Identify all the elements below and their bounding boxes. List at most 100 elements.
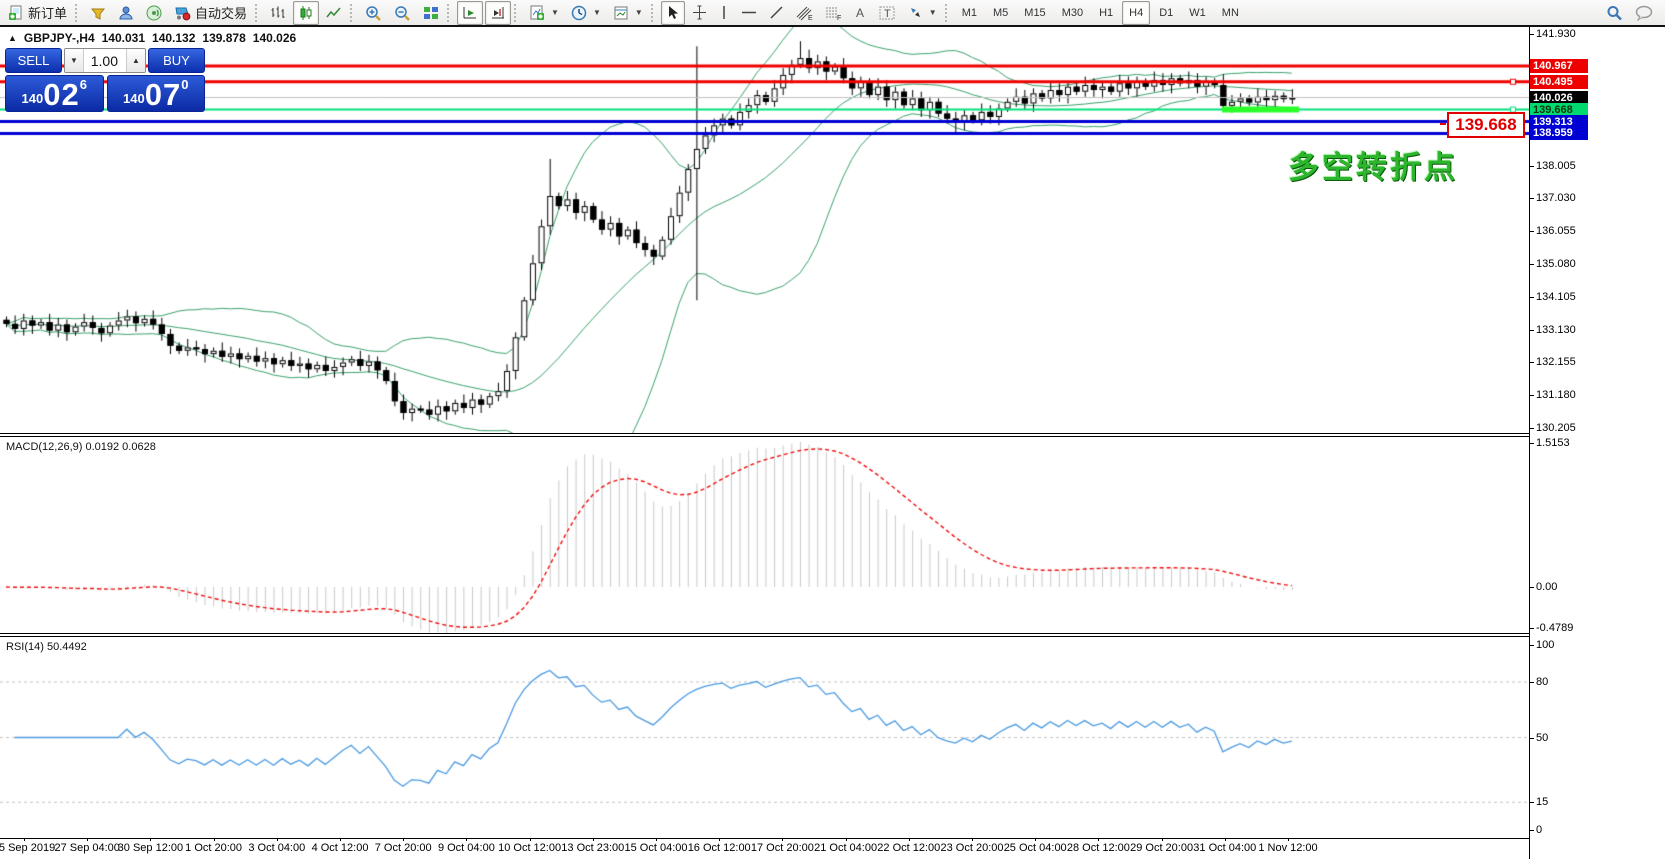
- chart-shift-button[interactable]: [485, 1, 511, 25]
- equidistant-channel-icon: E: [796, 5, 813, 21]
- turning-point-annotation: 多空转折点: [1288, 142, 1458, 187]
- trendline-tool-button[interactable]: [764, 1, 789, 25]
- zoom-out-button[interactable]: [389, 1, 416, 25]
- date-axis-tick: [1162, 838, 1163, 841]
- tf-m30-button[interactable]: M30: [1055, 1, 1090, 25]
- volume-value[interactable]: 1.00: [84, 49, 126, 72]
- tf-d1-button[interactable]: D1: [1152, 1, 1180, 25]
- price-axis[interactable]: 140.967140.495140.026139.668139.313138.9…: [1529, 27, 1665, 859]
- tf-label: D1: [1159, 7, 1173, 19]
- date-axis-tick: [466, 838, 467, 841]
- chat-button[interactable]: [1630, 1, 1658, 25]
- tf-label: H1: [1099, 7, 1113, 19]
- tile-windows-button[interactable]: [418, 1, 444, 25]
- vertical-line-tool-button[interactable]: [714, 1, 734, 25]
- price-axis-tick: 138.005: [1536, 160, 1576, 172]
- tf-w1-button[interactable]: W1: [1182, 1, 1213, 25]
- arrows-icon: [908, 5, 923, 20]
- tf-m5-button[interactable]: M5: [986, 1, 1015, 25]
- rsi-pane-canvas[interactable]: [0, 637, 1529, 838]
- fibonacci-tool-button[interactable]: F: [820, 1, 847, 25]
- date-axis-label: 30 Sep 12:00: [118, 842, 183, 854]
- horizontal-line-tool-button[interactable]: [736, 1, 762, 25]
- buy-price-base: 140: [123, 91, 145, 106]
- date-axis-label: 25 Oct 04:00: [1004, 842, 1067, 854]
- chart-title: ▲ GBPJPY-,H4 140.031 140.132 139.878 140…: [8, 31, 296, 45]
- chart-shift-icon: [490, 5, 506, 21]
- collapse-arrow-icon[interactable]: ▲: [8, 33, 17, 43]
- tf-mn-button[interactable]: MN: [1215, 1, 1246, 25]
- price-tag-connector: [1440, 123, 1446, 125]
- tf-h1-button[interactable]: H1: [1092, 1, 1120, 25]
- auto-scroll-button[interactable]: [457, 1, 483, 25]
- buy-button[interactable]: BUY: [148, 48, 205, 73]
- crosshair-tool-button[interactable]: [687, 1, 712, 25]
- tf-h4-button[interactable]: H4: [1122, 1, 1150, 25]
- community-button[interactable]: [113, 1, 139, 25]
- date-axis[interactable]: 25 Sep 201927 Sep 04:0030 Sep 12:001 Oct…: [0, 838, 1529, 860]
- market-button[interactable]: [85, 1, 111, 25]
- text-label-tool-button[interactable]: T: [874, 1, 901, 25]
- date-axis-label: 13 Oct 23:00: [561, 842, 624, 854]
- date-axis-label: 1 Nov 12:00: [1258, 842, 1317, 854]
- bar-chart-button[interactable]: [265, 1, 291, 25]
- rsi-axis-tick: 0: [1536, 824, 1542, 836]
- ohlc-high: 140.132: [152, 31, 195, 45]
- auto-trading-button[interactable]: 自动交易: [169, 1, 252, 25]
- rsi-axis-tick: 100: [1536, 639, 1554, 651]
- date-axis-tick: [909, 838, 910, 841]
- line-chart-button[interactable]: [321, 1, 347, 25]
- arrows-tool-button[interactable]: ▼: [903, 1, 942, 25]
- toolbar-grip: [945, 4, 952, 22]
- date-axis-label: 25 Sep 2019: [0, 842, 55, 854]
- date-axis-tick: [719, 838, 720, 841]
- tf-label: M5: [993, 7, 1008, 19]
- sell-price-base: 140: [22, 91, 44, 106]
- candlestick-chart-button[interactable]: [293, 1, 319, 25]
- date-axis-label: 15 Oct 04:00: [625, 842, 688, 854]
- price-level-label[interactable]: 140.495: [1530, 75, 1588, 89]
- periods-button[interactable]: ▼: [566, 1, 606, 25]
- fibonacci-icon: F: [825, 5, 842, 21]
- text-tool-button[interactable]: A: [849, 1, 872, 25]
- timeframe-group: M1 M5 M15 M30 H1 H4 D1 W1 MN: [954, 0, 1247, 26]
- new-order-button[interactable]: 新订单: [3, 1, 72, 25]
- buy-price-button[interactable]: 140 07 0: [107, 75, 206, 112]
- macd-axis-tick: -0.4789: [1536, 622, 1573, 634]
- svg-text:E: E: [808, 15, 813, 21]
- price-tag-139668[interactable]: 139.668: [1447, 112, 1525, 138]
- sell-button[interactable]: SELL: [5, 48, 62, 73]
- indicators-button[interactable]: ▼: [524, 1, 564, 25]
- zoom-out-icon: [394, 5, 411, 21]
- svg-text:T: T: [884, 8, 891, 20]
- date-axis-tick: [87, 838, 88, 841]
- price-level-label[interactable]: 140.967: [1530, 59, 1588, 73]
- date-axis-tick: [782, 838, 783, 841]
- date-axis-label: 4 Oct 12:00: [312, 842, 369, 854]
- price-axis-tick: 137.030: [1536, 192, 1576, 204]
- date-axis-label: 16 Oct 12:00: [688, 842, 751, 854]
- channel-tool-button[interactable]: E: [791, 1, 818, 25]
- tf-m15-button[interactable]: M15: [1017, 1, 1052, 25]
- sell-price-button[interactable]: 140 02 6: [5, 75, 104, 112]
- date-axis-label: 31 Oct 04:00: [1193, 842, 1256, 854]
- main-chart-canvas[interactable]: [0, 27, 1529, 433]
- tf-m1-button[interactable]: M1: [955, 1, 984, 25]
- volume-decrease-button[interactable]: ▼: [65, 49, 84, 72]
- price-level-label[interactable]: 138.959: [1530, 126, 1588, 140]
- cursor-tool-button[interactable]: [661, 1, 685, 25]
- zoom-in-button[interactable]: [360, 1, 387, 25]
- search-button[interactable]: [1601, 1, 1628, 25]
- tf-label: MN: [1222, 7, 1239, 19]
- templates-button[interactable]: ▼: [608, 1, 648, 25]
- volume-increase-button[interactable]: ▲: [126, 49, 145, 72]
- bar-chart-icon: [270, 5, 286, 21]
- auto-trading-icon: [174, 5, 191, 21]
- sell-price-pips: 02: [43, 81, 79, 109]
- signals-button[interactable]: [141, 1, 167, 25]
- macd-pane-canvas[interactable]: [0, 437, 1529, 633]
- date-axis-tick: [340, 838, 341, 841]
- price-axis-tick: 134.105: [1536, 291, 1576, 303]
- rsi-axis-tick: 50: [1536, 732, 1548, 744]
- symbol-timeframe: GBPJPY-,H4: [24, 31, 95, 45]
